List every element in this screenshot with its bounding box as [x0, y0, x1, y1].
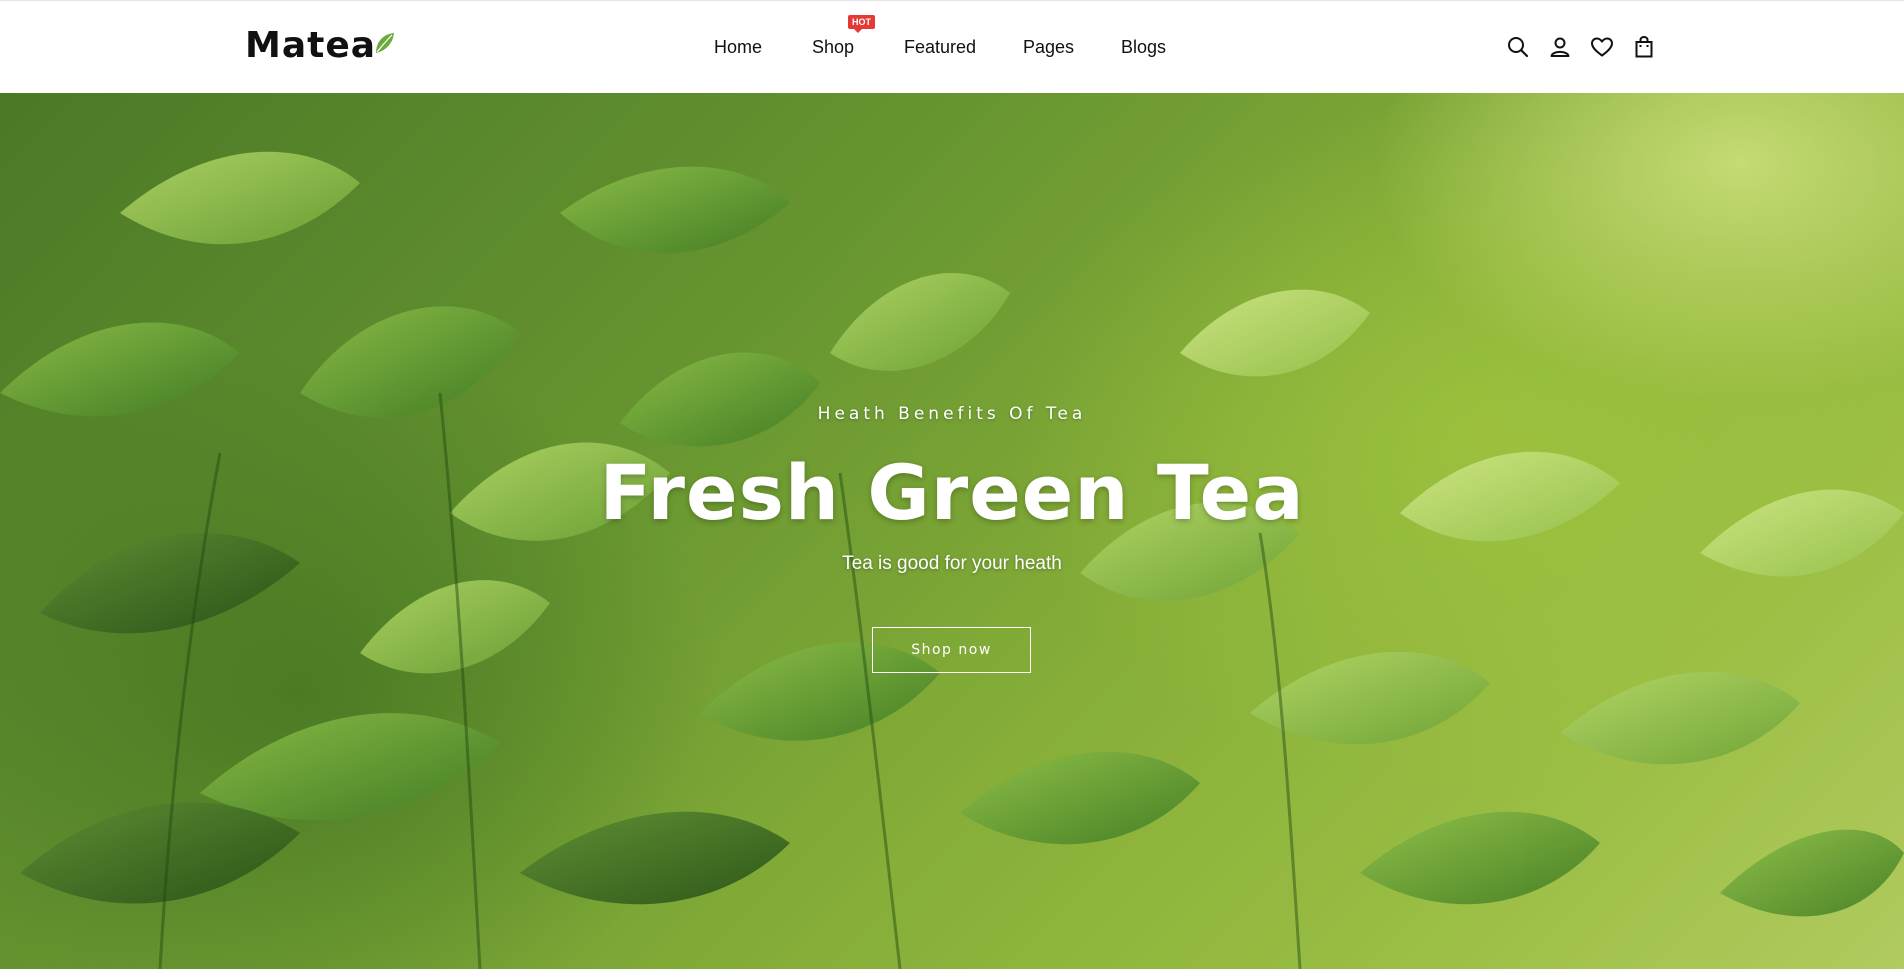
heart-icon[interactable] — [1590, 35, 1614, 59]
hero-content: Heath Benefits Of Tea Fresh Green Tea Te… — [0, 93, 1904, 969]
shopping-bag-icon[interactable] — [1632, 35, 1656, 59]
hero-subtitle: Tea is good for your heath — [842, 553, 1062, 574]
leaf-icon — [376, 33, 395, 53]
hero-title: Fresh Green Tea — [599, 448, 1305, 537]
hot-badge: HOT — [848, 15, 875, 33]
nav-home[interactable]: Home — [714, 37, 762, 58]
nav-pages[interactable]: Pages — [1023, 37, 1074, 58]
user-icon[interactable] — [1548, 35, 1572, 59]
hero-kicker: Heath Benefits Of Tea — [817, 404, 1087, 424]
brand-logo[interactable]: Matea — [245, 25, 396, 67]
brand-name: Matea — [245, 25, 377, 66]
search-icon[interactable] — [1506, 35, 1530, 59]
nav-blogs[interactable]: Blogs — [1121, 37, 1166, 58]
site-header: Matea Home Shop HOT Featured Pages Blogs — [0, 0, 1904, 93]
nav-featured[interactable]: Featured — [904, 37, 976, 58]
hero-banner: Heath Benefits Of Tea Fresh Green Tea Te… — [0, 93, 1904, 969]
header-actions — [1506, 35, 1656, 59]
nav-shop[interactable]: Shop — [812, 37, 854, 58]
shop-now-button[interactable]: Shop now — [872, 627, 1031, 673]
